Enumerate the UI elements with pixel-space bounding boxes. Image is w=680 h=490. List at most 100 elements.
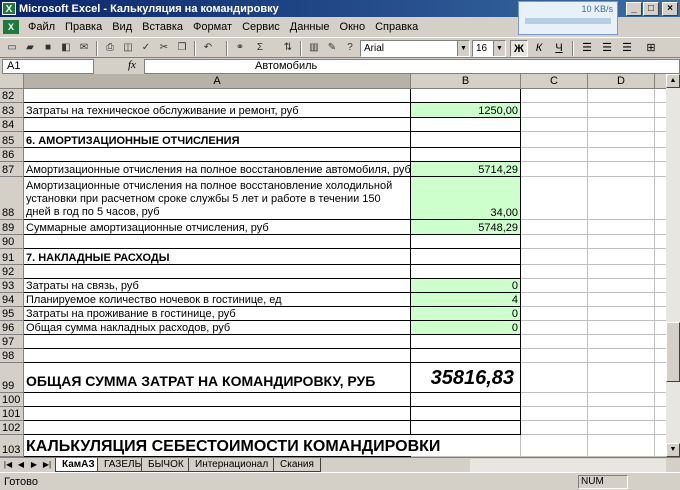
cell-b91[interactable] — [411, 249, 521, 265]
cell-a85[interactable]: 6. АМОРТИЗАЦИОННЫЕ ОТЧИСЛЕНИЯ — [24, 132, 411, 148]
row-header[interactable]: 103 — [0, 435, 24, 457]
cell-a96[interactable]: Общая сумма накладных расходов, руб — [24, 321, 411, 335]
row-header[interactable]: 92 — [0, 265, 24, 279]
permission-icon[interactable]: ◧ — [58, 40, 74, 56]
cell-d103[interactable] — [588, 435, 655, 457]
row-header[interactable]: 95 — [0, 307, 24, 321]
column-header-e[interactable]: E — [655, 74, 666, 89]
chart-icon[interactable]: ▥ — [306, 40, 322, 56]
spreadsheet-grid[interactable]: A B C D E 82 83 Затраты на техническое о… — [0, 74, 666, 457]
horizontal-scrollbar[interactable] — [470, 459, 666, 472]
tab-skania[interactable]: Скания — [273, 458, 321, 472]
cell-d84[interactable] — [588, 118, 655, 132]
cell-a103[interactable]: КАЛЬКУЛЯЦИЯ СЕБЕСТОИМОСТИ КОМАНДИРОВКИ — [24, 435, 440, 457]
cell-a92[interactable] — [24, 265, 411, 279]
cell-a102[interactable] — [24, 421, 411, 435]
spelling-icon[interactable]: ✓ — [138, 40, 154, 56]
chevron-down-icon[interactable]: ▼ — [493, 41, 505, 56]
menu-tools[interactable]: Сервис — [237, 21, 285, 33]
prev-sheet-icon[interactable]: ◀ — [15, 459, 27, 471]
cell-e93[interactable] — [655, 279, 666, 293]
cell-c97[interactable] — [521, 335, 588, 349]
cell-a94[interactable]: Планируемое количество ночевок в гостини… — [24, 293, 411, 307]
workbook-icon[interactable]: X — [3, 20, 19, 34]
cell-d92[interactable] — [588, 265, 655, 279]
select-all-corner[interactable] — [0, 74, 24, 89]
cell-b86[interactable] — [411, 148, 521, 162]
menu-data[interactable]: Данные — [285, 21, 335, 33]
cell-b82[interactable] — [411, 89, 521, 103]
cell-d98[interactable] — [588, 349, 655, 363]
cell-c102[interactable] — [521, 421, 588, 435]
row-header[interactable]: 85 — [0, 132, 24, 148]
cell-b98[interactable] — [411, 349, 521, 363]
row-header[interactable]: 102 — [0, 421, 24, 435]
cell-b84[interactable] — [411, 118, 521, 132]
cell-d90[interactable] — [588, 235, 655, 249]
chevron-down-icon[interactable]: ▼ — [457, 41, 469, 56]
cell-b87[interactable]: 5714,29 — [411, 162, 521, 177]
cell-d93[interactable] — [588, 279, 655, 293]
row-header[interactable]: 98 — [0, 349, 24, 363]
menu-file[interactable]: Файл — [23, 21, 60, 33]
copy-icon[interactable]: ❐ — [174, 40, 190, 56]
close-button[interactable]: × — [662, 2, 678, 16]
cell-b94[interactable]: 4 — [411, 293, 521, 307]
menu-window[interactable]: Окно — [335, 21, 371, 33]
cell-b92[interactable] — [411, 265, 521, 279]
cell-b93[interactable]: 0 — [411, 279, 521, 293]
save-icon[interactable]: ■ — [40, 40, 56, 56]
cell-a97[interactable] — [24, 335, 411, 349]
cell-d96[interactable] — [588, 321, 655, 335]
cell-d86[interactable] — [588, 148, 655, 162]
cell-b89[interactable]: 5748,29 — [411, 220, 521, 235]
row-header[interactable]: 91 — [0, 249, 24, 265]
name-box[interactable]: A1 — [2, 59, 94, 74]
row-header[interactable]: 100 — [0, 393, 24, 407]
tab-kamaz[interactable]: КамАЗ — [55, 458, 102, 472]
vertical-scrollbar[interactable]: ▲ ▼ — [666, 74, 680, 457]
row-header[interactable]: 82 — [0, 89, 24, 103]
menu-help[interactable]: Справка — [370, 21, 423, 33]
cell-a95[interactable]: Затраты на проживание в гостинице, руб — [24, 307, 411, 321]
fx-icon[interactable]: fx — [128, 59, 136, 71]
row-header[interactable]: 93 — [0, 279, 24, 293]
row-header[interactable]: 96 — [0, 321, 24, 335]
borders-icon[interactable]: ⊞ — [642, 40, 660, 57]
print-preview-icon[interactable]: ◫ — [120, 40, 136, 56]
cell-e89[interactable] — [655, 220, 666, 235]
cell-c84[interactable] — [521, 118, 588, 132]
cell-e92[interactable] — [655, 265, 666, 279]
cell-e95[interactable] — [655, 307, 666, 321]
row-header[interactable]: 94 — [0, 293, 24, 307]
row-header[interactable]: 90 — [0, 235, 24, 249]
menu-view[interactable]: Вид — [107, 21, 137, 33]
cell-b90[interactable] — [411, 235, 521, 249]
cell-a91[interactable]: 7. НАКЛАДНЫЕ РАСХОДЫ — [24, 249, 411, 265]
font-name-select[interactable]: Arial ▼ — [360, 40, 470, 57]
cell-b101[interactable] — [411, 407, 521, 421]
cell-e97[interactable] — [655, 335, 666, 349]
cell-c93[interactable] — [521, 279, 588, 293]
cell-a87[interactable]: Амортизационные отчисления на полное вос… — [24, 162, 411, 177]
sort-icon[interactable]: ⇅ — [280, 40, 296, 56]
cell-b103[interactable] — [411, 435, 521, 457]
cell-c86[interactable] — [521, 148, 588, 162]
row-header[interactable]: 89 — [0, 220, 24, 235]
maximize-button[interactable]: □ — [643, 2, 659, 16]
cell-e101[interactable] — [655, 407, 666, 421]
cell-d87[interactable] — [588, 162, 655, 177]
cell-c90[interactable] — [521, 235, 588, 249]
cell-e103[interactable] — [655, 435, 666, 457]
column-header-a[interactable]: A — [24, 74, 411, 89]
row-header[interactable]: 83 — [0, 103, 24, 118]
cell-b96[interactable]: 0 — [411, 321, 521, 335]
cell-e96[interactable] — [655, 321, 666, 335]
cell-e91[interactable] — [655, 249, 666, 265]
cell-a89[interactable]: Суммарные амортизационные отчисления, ру… — [24, 220, 411, 235]
row-header[interactable]: 101 — [0, 407, 24, 421]
cell-e83[interactable] — [655, 103, 666, 118]
cell-e86[interactable] — [655, 148, 666, 162]
cell-c94[interactable] — [521, 293, 588, 307]
cell-c100[interactable] — [521, 393, 588, 407]
